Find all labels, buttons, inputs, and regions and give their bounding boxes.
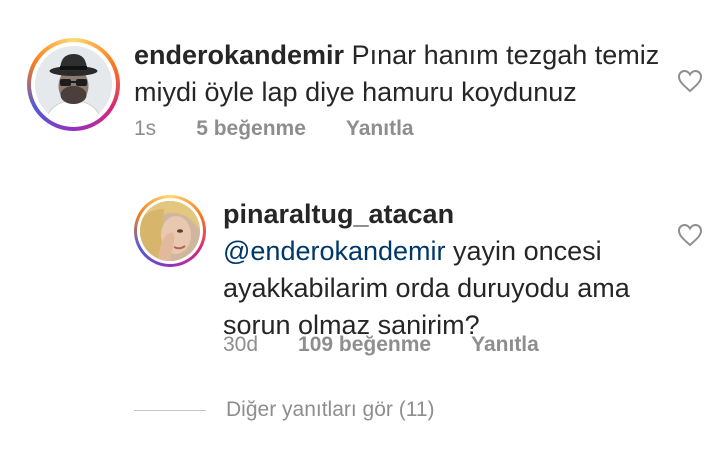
username[interactable]: enderokandemir — [134, 40, 344, 70]
comment-body-line2: ayakkabilarim orda duruyodu ama — [223, 273, 630, 303]
comment-text: enderokandemir Pınar hanım tezgah temiz … — [134, 37, 674, 111]
username[interactable]: pinaraltug_atacan — [223, 199, 454, 229]
avatar[interactable] — [140, 201, 200, 261]
view-more-replies-button[interactable]: Diğer yanıtları gör (11) — [134, 398, 435, 422]
story-ring[interactable] — [27, 38, 120, 131]
comment-meta: 1s 5 beğenme Yanıtla — [134, 117, 414, 141]
divider-line — [134, 409, 206, 411]
likes-count[interactable]: 109 beğenme — [298, 333, 431, 357]
comment-meta: 30d 109 beğenme Yanıtla — [223, 333, 539, 357]
timestamp: 30d — [223, 333, 259, 356]
view-replies-label: Diğer yanıtları gör (11) — [226, 398, 435, 421]
reply-button[interactable]: Yanıtla — [471, 333, 539, 357]
likes-count[interactable]: 5 beğenme — [196, 117, 306, 141]
avatar[interactable] — [35, 46, 112, 123]
comment-body-line2: miydi öyle lap diye hamuru koydunuz — [134, 77, 577, 107]
comment-body-line1: yayin oncesi — [445, 236, 602, 266]
comment-text: pinaraltug_atacan @enderokandemir yayin … — [223, 196, 663, 344]
story-ring[interactable] — [134, 195, 206, 267]
heart-outline-icon[interactable] — [677, 223, 703, 247]
mention-link[interactable]: @enderokandemir — [223, 236, 446, 266]
heart-outline-icon[interactable] — [677, 69, 703, 93]
timestamp: 1s — [134, 117, 157, 140]
reply-button[interactable]: Yanıtla — [346, 117, 414, 141]
comment-body-line1: Pınar hanım tezgah temiz — [351, 40, 660, 70]
